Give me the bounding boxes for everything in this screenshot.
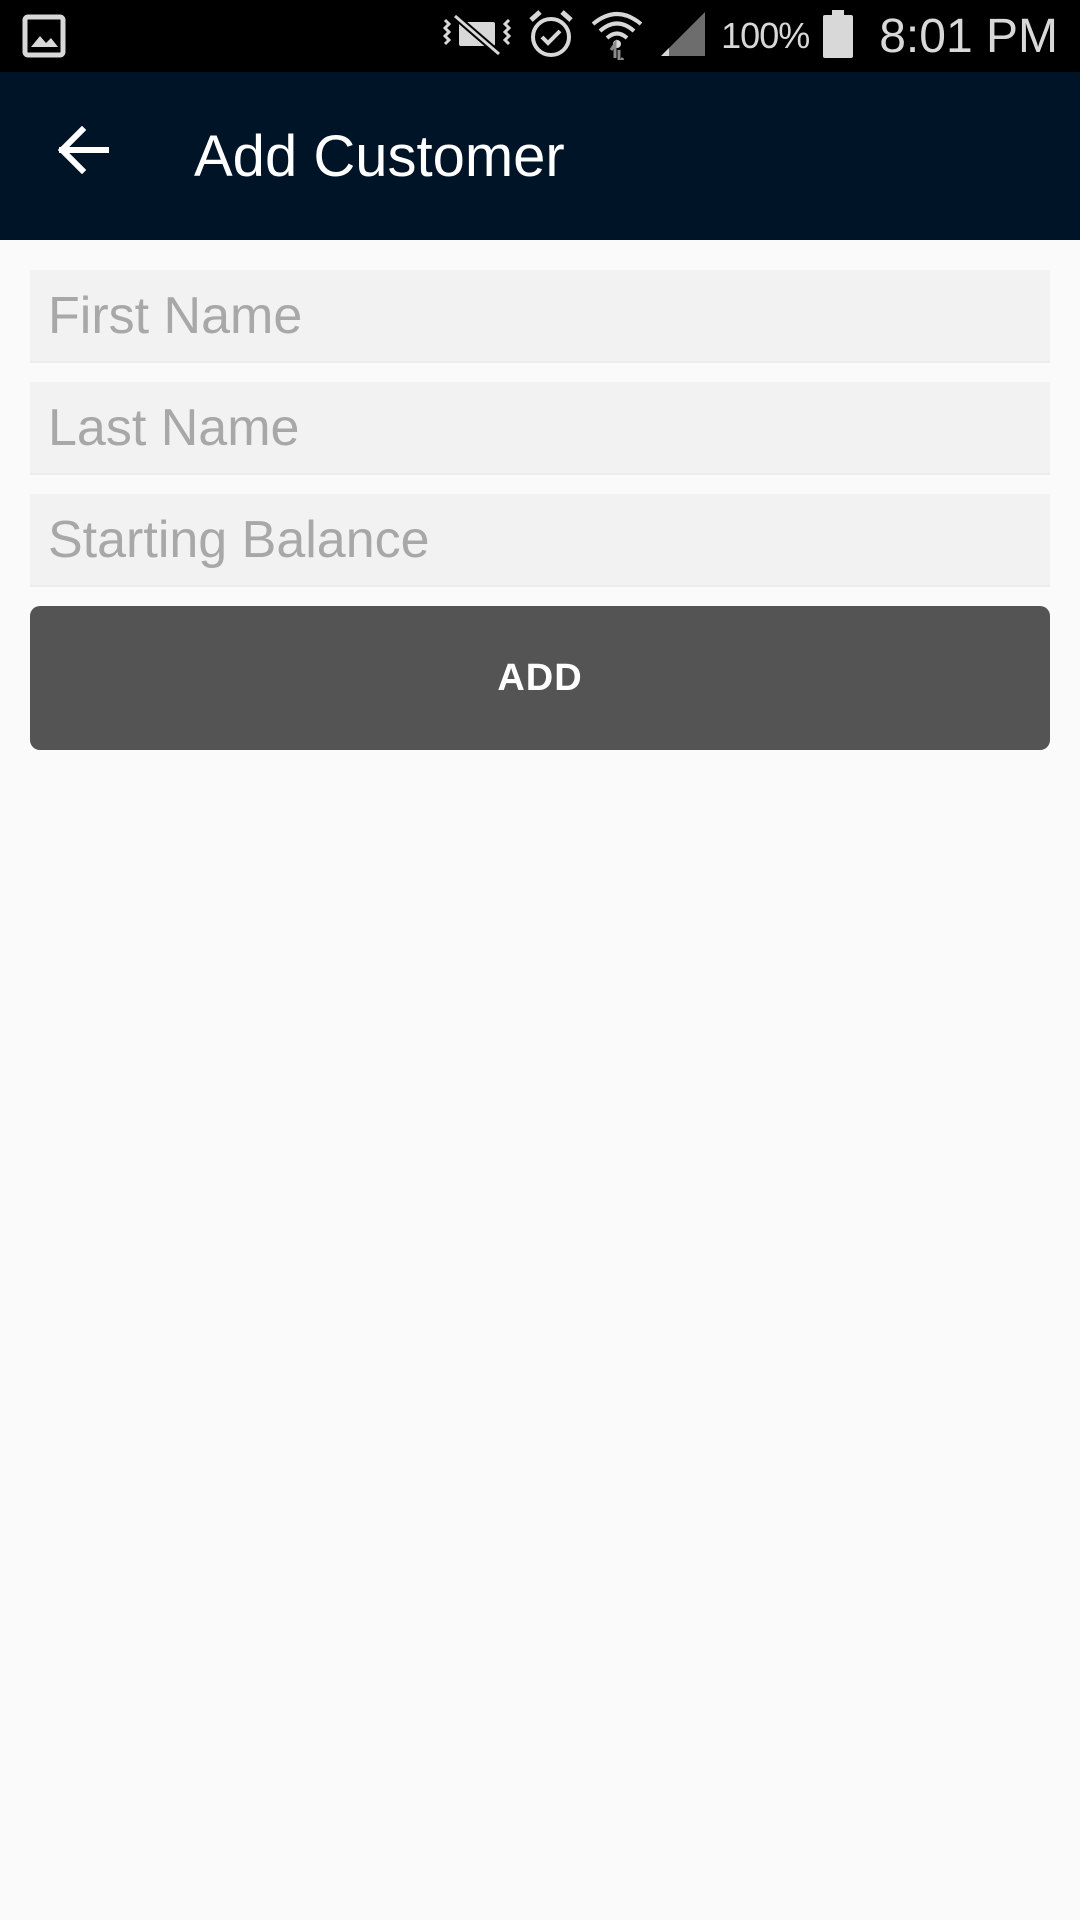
alarm-icon [527, 8, 575, 65]
status-clock: 8:01 PM [879, 9, 1058, 63]
vibrate-mute-icon [441, 10, 513, 63]
first-name-field[interactable] [30, 270, 1050, 363]
status-bar: 100% 8:01 PM [0, 0, 1080, 72]
battery-icon [823, 9, 854, 63]
page-title: Add Customer [194, 123, 565, 189]
add-customer-form: ADD [30, 270, 1050, 750]
wifi-icon [589, 8, 645, 69]
add-button[interactable]: ADD [30, 606, 1050, 750]
last-name-field[interactable] [30, 382, 1050, 475]
back-button[interactable] [44, 112, 124, 192]
app-bar: Add Customer [0, 72, 1080, 240]
arrow-back-icon [57, 125, 110, 179]
gallery-icon [22, 14, 66, 58]
battery-percent: 100% [721, 15, 810, 56]
cell-signal-icon [659, 10, 707, 63]
starting-balance-field[interactable] [30, 494, 1050, 587]
